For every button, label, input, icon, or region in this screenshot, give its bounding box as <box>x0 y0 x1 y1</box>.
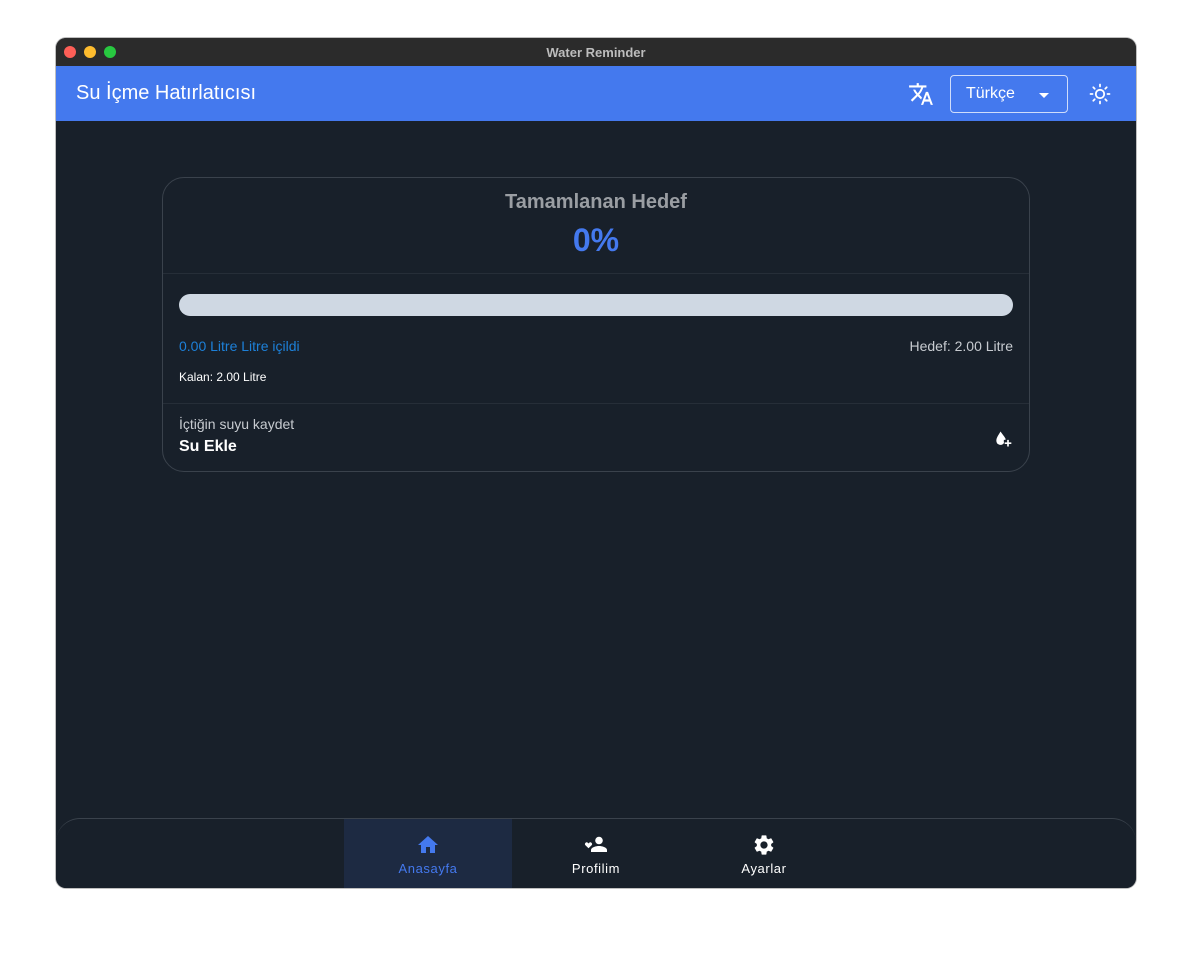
language-select-value: Türkçe <box>966 84 1015 102</box>
card-title: Tamamlanan Hedef <box>505 191 687 213</box>
nav-item-label: Ayarlar <box>741 861 787 876</box>
app-window: Water Reminder Su İçme Hatırlatıcısı Tür… <box>56 38 1136 888</box>
card-header: Tamamlanan Hedef 0% <box>163 178 1029 274</box>
progress-card: Tamamlanan Hedef 0% 0.00 Litre Litre içi… <box>162 177 1030 472</box>
add-water-title: Su Ekle <box>179 438 237 455</box>
gear-icon <box>754 835 774 855</box>
language-select[interactable]: Türkçe <box>950 74 1068 113</box>
water-drop-add-icon[interactable] <box>993 429 1013 449</box>
person-heart-icon <box>584 836 607 852</box>
nav-item-label: Profilim <box>571 861 621 876</box>
app-bar: Su İçme Hatırlatıcısı Türkçe <box>56 66 1136 121</box>
goal-amount: Hedef: 2.00 Litre <box>909 338 1013 354</box>
nav-item-profile[interactable]: Profilim <box>512 819 680 888</box>
add-water-tile[interactable]: İçtiğin suyu kaydet Su Ekle <box>163 404 1029 472</box>
drunk-amount: 0.00 Litre Litre içildi <box>179 338 300 354</box>
progress-percent: 0% <box>572 222 620 258</box>
progress-bar <box>179 294 1013 316</box>
minimize-window-button[interactable] <box>84 46 96 58</box>
chevron-down-icon <box>1039 92 1049 98</box>
nav-item-home[interactable]: Anasayfa <box>344 819 512 888</box>
window-title: Water Reminder <box>546 44 646 60</box>
brightness-icon[interactable] <box>1088 82 1112 106</box>
translate-icon[interactable] <box>908 81 934 107</box>
home-icon <box>418 836 438 853</box>
window-controls <box>64 46 116 58</box>
maximize-window-button[interactable] <box>104 46 116 58</box>
title-bar: Water Reminder <box>56 38 1136 66</box>
close-window-button[interactable] <box>64 46 76 58</box>
bottom-navigation: Anasayfa Profilim Ayarlar <box>56 818 1136 888</box>
add-water-subtitle: İçtiğin suyu kaydet <box>179 416 295 432</box>
nav-item-settings[interactable]: Ayarlar <box>680 819 848 888</box>
remaining-amount: Kalan: 2.00 Litre <box>179 370 267 384</box>
nav-item-label: Anasayfa <box>398 861 458 876</box>
app-title: Su İçme Hatırlatıcısı <box>76 82 257 104</box>
